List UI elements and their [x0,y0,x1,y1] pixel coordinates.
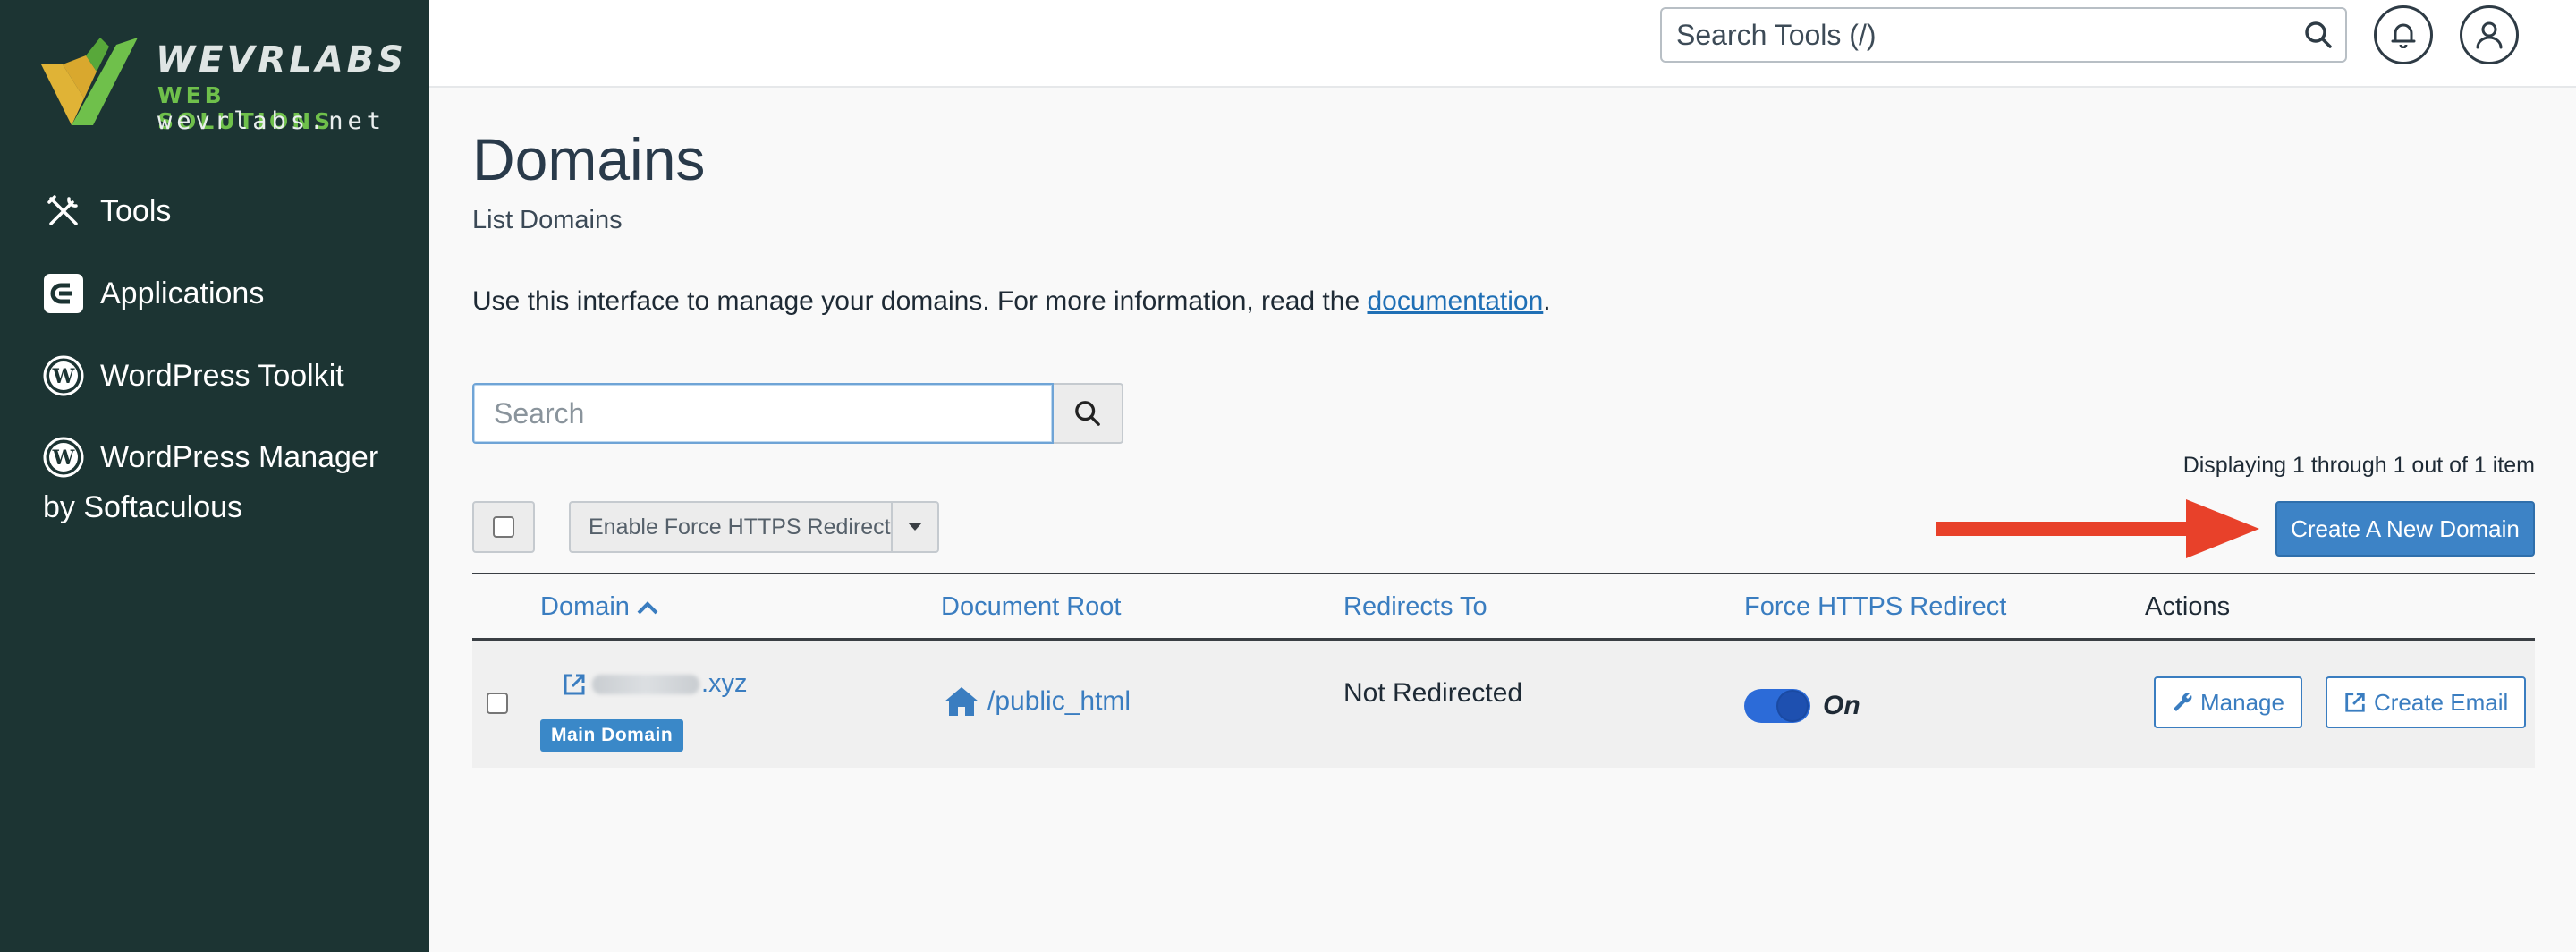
force-https-cell: On [1744,689,1860,723]
row-checkbox[interactable] [487,693,508,714]
main-domain-badge: Main Domain [540,719,684,752]
redirects-to-value: Not Redirected [1343,678,1523,708]
tool-search-box [1660,7,2347,63]
column-header-force-https[interactable]: Force HTTPS Redirect [1744,592,2006,622]
brand-logo[interactable]: WEVRLABS WEB SOLUTIONS wevrlabs.net [41,34,403,135]
document-root-path: /public_html [987,686,1131,716]
notifications-button[interactable] [2374,5,2433,64]
brand-url: wevrlabs.net [157,107,386,135]
page-subtitle: List Domains [472,206,623,234]
pagination-summary: Displaying 1 through 1 out of 1 item [2182,453,2535,478]
document-root-cell: /public_html [943,685,1131,718]
brand-name: WEVRLABS [156,39,407,81]
sidebar-item-wordpress-manager[interactable]: W WordPress Manager by Softaculous [0,417,429,533]
sidebar-item-label: Applications [100,276,265,310]
top-header [429,0,2576,88]
force-https-toggle[interactable] [1744,689,1810,723]
bulk-action-dropdown[interactable] [893,503,937,551]
force-https-state: On [1823,691,1860,720]
search-icon [1075,401,1100,426]
sidebar-item-applications[interactable]: Applications [0,252,429,335]
redacted-domain-name [592,674,699,694]
sort-ascending-icon [637,600,658,614]
actions-cell: Manage Create Email [2154,676,2527,728]
svg-text:W: W [52,365,75,388]
page-title: Domains [472,126,706,192]
column-header-actions: Actions [2145,592,2231,621]
manage-button[interactable]: Manage [2154,676,2302,728]
document-root-link[interactable]: /public_html [943,685,1131,718]
sidebar: WEVRLABS WEB SOLUTIONS wevrlabs.net Tool… [0,0,429,952]
select-all-checkbox[interactable] [493,516,514,538]
sidebar-item-label-secondary: by Softaculous [43,490,243,524]
row-checkbox-cell [487,693,508,718]
table-row: .xyz Main Domain /public_html Not Redire… [472,641,2535,768]
column-header-domain[interactable]: Domain [540,592,658,622]
wevrlabs-logo-mark [41,38,138,125]
main-domain-badge-cell: Main Domain [540,719,684,752]
bell-icon [2391,23,2416,48]
bulk-action-group: Enable Force HTTPS Redirect [569,501,939,553]
select-all-checkbox-wrap[interactable] [472,501,535,553]
sidebar-item-label: Tools [100,193,172,228]
home-icon [945,687,979,716]
sidebar-item-tools[interactable]: Tools [0,170,429,252]
domain-search-button[interactable] [1054,383,1123,444]
external-link-icon [564,674,585,694]
search-icon[interactable] [2292,21,2345,49]
domain-search [472,383,1123,444]
create-email-button-label: Create Email [2373,688,2509,716]
create-new-domain-button[interactable]: Create A New Domain [2275,501,2535,557]
wordpress-icon: W [43,355,84,396]
sidebar-nav: Tools Applications W WordPress Toolkit W… [0,170,429,533]
svg-text:W: W [52,446,75,470]
sidebar-item-wordpress-toolkit[interactable]: W WordPress Toolkit [0,335,429,417]
wrench-icon [2174,693,2192,711]
user-menu-button[interactable] [2460,5,2519,64]
caret-down-icon [908,523,922,531]
sidebar-item-label: WordPress Manager [100,439,379,474]
domain-tld: .xyz [701,669,748,698]
enable-force-https-button[interactable]: Enable Force HTTPS Redirect [571,503,893,551]
domain-cell: .xyz [562,669,748,699]
intro-text-body: Use this interface to manage your domain… [472,286,1368,316]
user-icon [2476,21,2503,49]
intro-text-end: . [1543,286,1551,316]
domain-link[interactable]: .xyz [562,669,748,699]
annotation-arrow [1936,499,2259,558]
documentation-link[interactable]: documentation [1367,286,1543,316]
external-link-icon [2345,693,2365,712]
create-email-button[interactable]: Create Email [2325,676,2527,728]
column-header-document-root[interactable]: Document Root [941,592,1122,622]
domain-search-input[interactable] [472,383,1054,444]
intro-text: Use this interface to manage your domain… [472,286,1551,317]
wordpress-icon: W [43,437,84,478]
tools-icon [43,191,84,232]
domains-table: Domain Document Root Redirects To Force … [472,573,2535,768]
table-header: Domain Document Root Redirects To Force … [472,573,2535,641]
applications-icon [43,273,84,314]
tool-search-input[interactable] [1662,9,2292,61]
sidebar-item-label: WordPress Toolkit [100,358,344,393]
manage-button-label: Manage [2200,688,2284,716]
column-header-redirects-to[interactable]: Redirects To [1343,592,1487,622]
column-header-label: Domain [540,592,630,621]
